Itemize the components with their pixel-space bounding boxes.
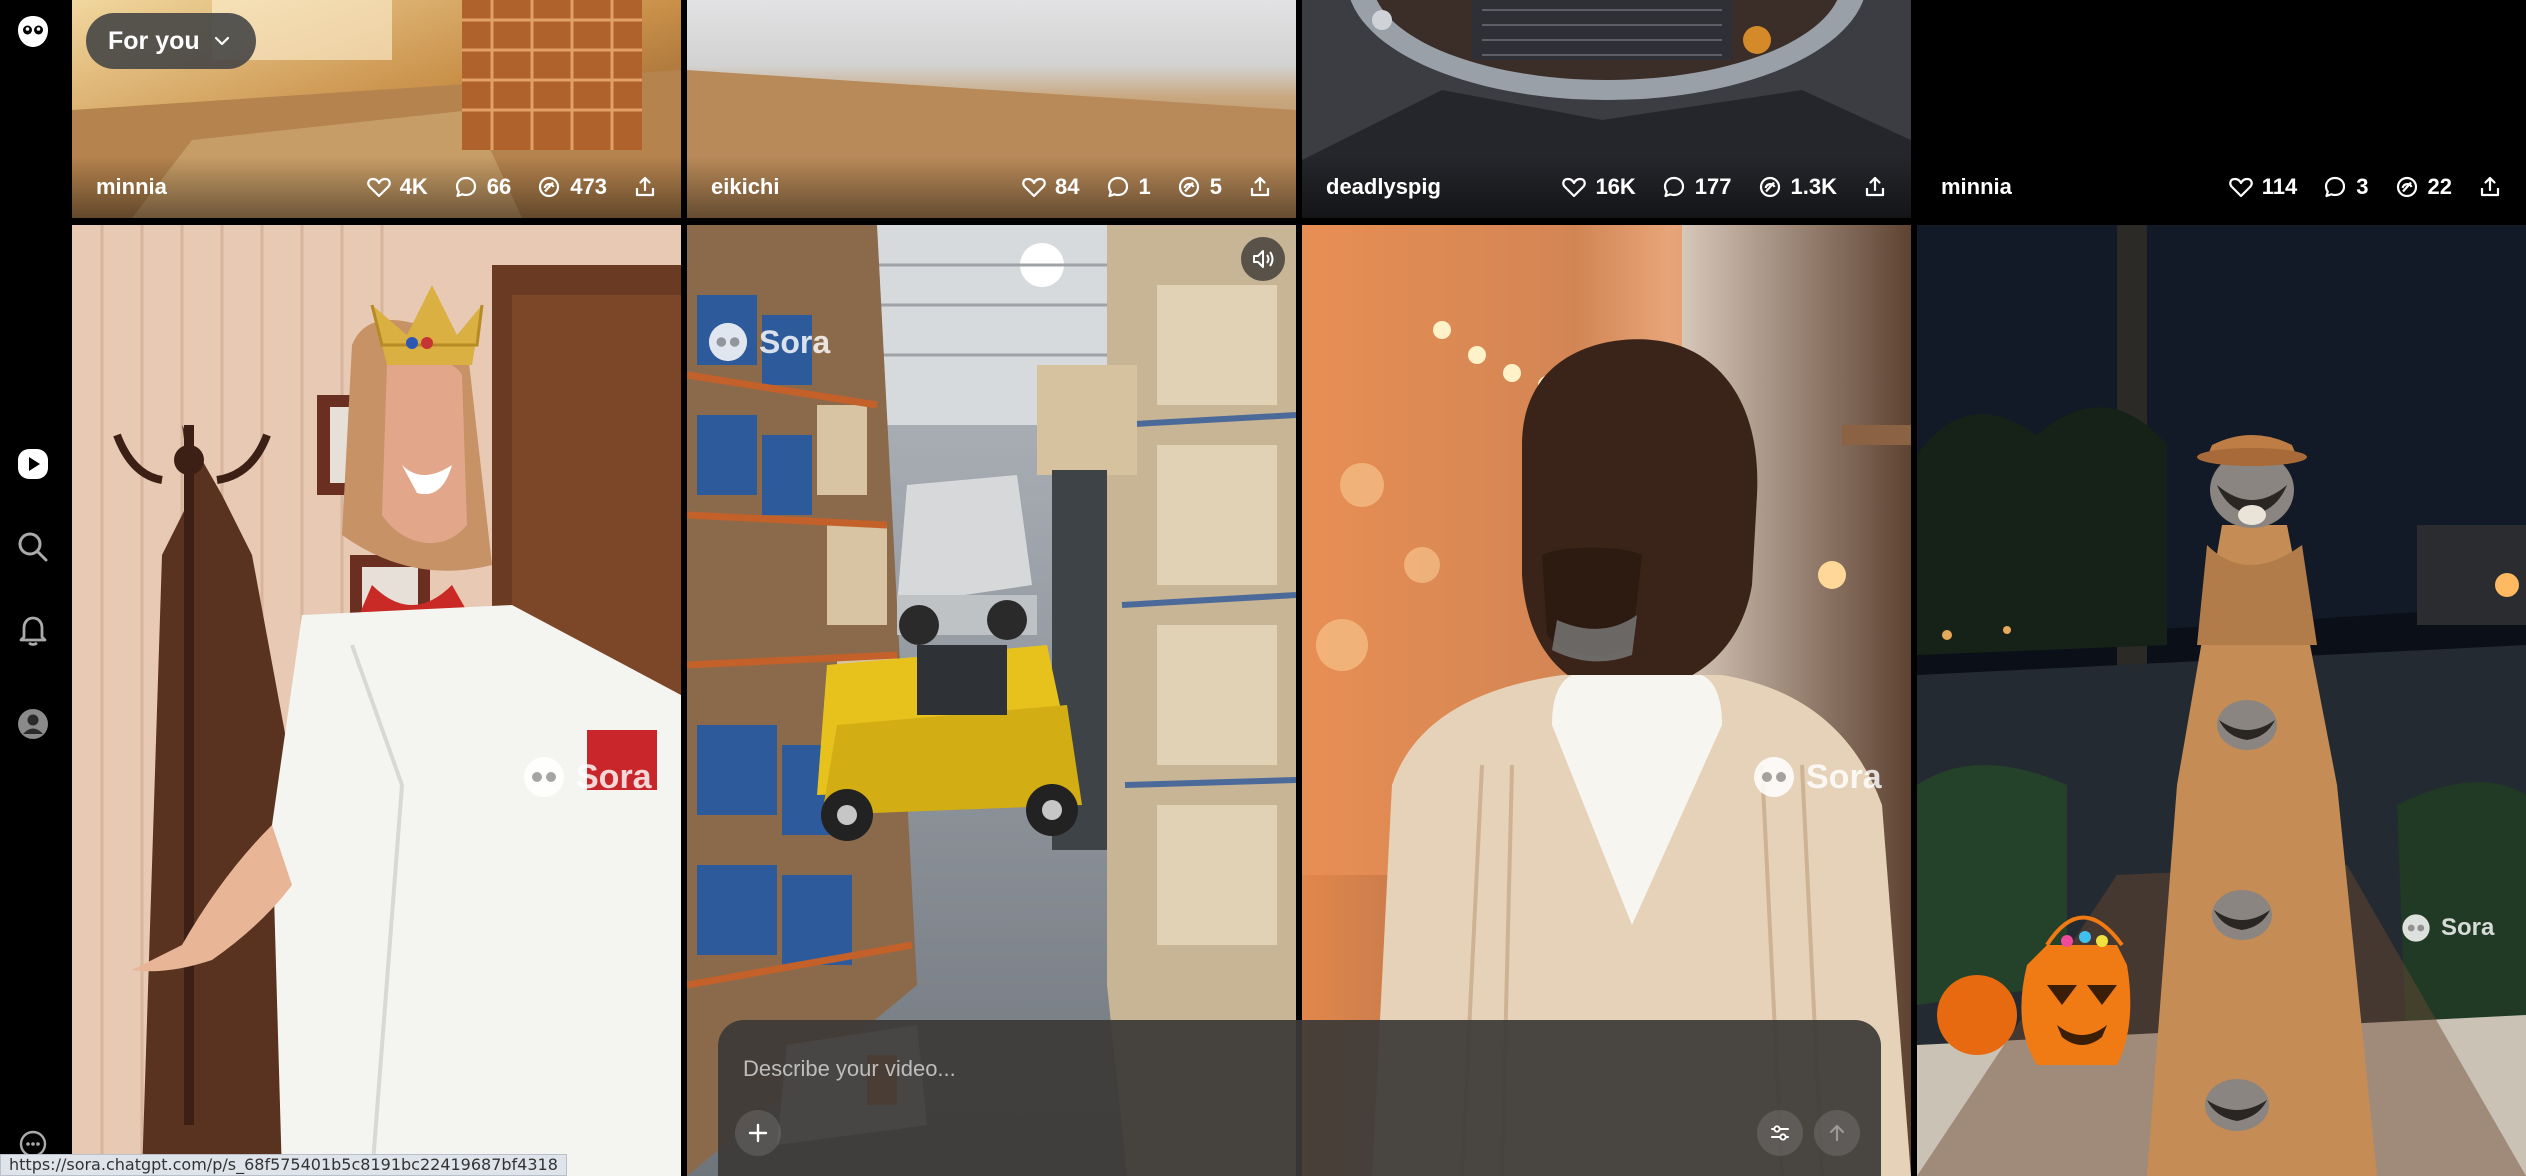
heart-icon <box>1562 177 1587 198</box>
username[interactable]: minnia <box>1941 174 2203 200</box>
sora-watermark: Sora <box>707 321 830 363</box>
link-status-bar: https://sora.chatgpt.com/p/s_68f575401b5… <box>0 1154 567 1176</box>
submit-button[interactable] <box>1814 1110 1860 1156</box>
remix-count: 5 <box>1209 174 1222 199</box>
search-icon[interactable] <box>11 525 55 569</box>
like-count: 114 <box>2261 174 2298 199</box>
sora-watermark: Sora <box>2401 913 2494 943</box>
sora-watermark: Sora <box>1752 755 1882 799</box>
sora-watermark: Sora <box>522 755 652 799</box>
watermark-text: Sora <box>2441 914 2495 941</box>
share-icon <box>1865 176 1885 197</box>
sliders-icon <box>1771 1125 1789 1141</box>
remix-icon <box>2396 176 2417 198</box>
like-count: 16K <box>1595 174 1636 199</box>
chevron-down-icon <box>214 36 229 46</box>
remix-icon <box>1759 176 1780 198</box>
video-tile[interactable]: Sora <box>1917 225 2526 1176</box>
video-meta: minnia 114 3 22 <box>1917 156 2526 218</box>
watermark-text: Sora <box>576 757 652 796</box>
remix-icon <box>1178 176 1199 198</box>
arrow-up-icon <box>1829 1124 1845 1142</box>
share-button[interactable] <box>1863 175 1887 199</box>
comment-icon <box>2325 176 2346 198</box>
username[interactable]: deadlyspig <box>1326 174 1536 200</box>
heart-icon <box>1022 177 1046 198</box>
settings-button[interactable] <box>1757 1110 1803 1156</box>
comment-count: 1 <box>1138 174 1151 199</box>
video-meta: eikichi 84 1 5 <box>687 156 1296 218</box>
share-button[interactable] <box>1248 175 1272 199</box>
profile-icon[interactable] <box>11 702 55 746</box>
sora-logo-icon <box>524 757 564 797</box>
comment-count: 3 <box>2356 174 2369 199</box>
heart-icon <box>366 177 391 198</box>
comment-button[interactable]: 3 <box>2323 174 2369 200</box>
video-tile[interactable]: minnia 114 3 22 <box>1917 0 2526 218</box>
remix-button[interactable]: 473 <box>537 174 607 200</box>
share-button[interactable] <box>2478 175 2502 199</box>
share-icon <box>1250 176 1270 197</box>
comment-count: 177 <box>1694 174 1732 199</box>
comment-count: 66 <box>486 174 512 199</box>
sidebar <box>0 0 70 1176</box>
remix-icon <box>539 176 560 198</box>
remix-button[interactable]: 22 <box>2395 174 2452 200</box>
video-tile[interactable]: eikichi 84 1 5 <box>687 0 1296 218</box>
like-button[interactable]: 114 <box>2228 174 2298 200</box>
remix-count: 22 <box>2427 174 2452 199</box>
play-icon[interactable] <box>11 442 55 486</box>
username[interactable]: minnia <box>96 174 341 200</box>
video-thumbnail <box>72 225 681 1176</box>
video-meta: minnia 4K 66 473 <box>72 156 681 218</box>
share-icon <box>635 176 655 197</box>
bell-icon[interactable] <box>11 608 55 652</box>
describe-video-input[interactable] <box>743 1056 1643 1082</box>
remix-button[interactable]: 1.3K <box>1758 174 1837 200</box>
add-attachment-button[interactable] <box>735 1110 781 1156</box>
like-count: 84 <box>1055 174 1080 199</box>
feed-mode-label: For you <box>108 26 200 55</box>
sora-logo-icon[interactable] <box>11 10 55 54</box>
heart-icon <box>2228 177 2253 198</box>
comment-button[interactable]: 177 <box>1662 174 1732 200</box>
sora-logo-icon <box>708 322 748 362</box>
remix-count: 473 <box>570 174 607 199</box>
comment-icon <box>455 176 476 198</box>
like-button[interactable]: 16K <box>1562 174 1636 200</box>
speaker-icon <box>1253 250 1274 268</box>
plus-icon <box>748 1123 768 1143</box>
like-button[interactable]: 4K <box>366 174 428 200</box>
like-button[interactable]: 84 <box>1022 174 1080 200</box>
like-count: 4K <box>399 174 428 199</box>
video-thumbnail <box>1917 225 2526 1176</box>
share-icon <box>2480 176 2500 197</box>
video-tile[interactable]: deadlyspig 16K 177 1.3K <box>1302 0 1911 218</box>
comment-button[interactable]: 66 <box>454 174 511 200</box>
share-button[interactable] <box>633 175 657 199</box>
sora-logo-icon <box>2402 914 2430 942</box>
comment-icon <box>1663 176 1684 198</box>
username[interactable]: eikichi <box>711 174 996 200</box>
watermark-text: Sora <box>1806 757 1882 796</box>
video-meta: deadlyspig 16K 177 1.3K <box>1302 156 1911 218</box>
feed-mode-dropdown[interactable]: For you <box>86 13 256 69</box>
comment-button[interactable]: 1 <box>1106 174 1151 200</box>
prompt-composer <box>718 1020 1881 1176</box>
sora-logo-icon <box>1754 757 1794 797</box>
comment-icon <box>1107 176 1128 198</box>
remix-button[interactable]: 5 <box>1177 174 1222 200</box>
sound-toggle-button[interactable] <box>1241 237 1285 281</box>
video-tile[interactable]: Sora <box>72 225 681 1176</box>
watermark-text: Sora <box>759 323 831 360</box>
remix-count: 1.3K <box>1790 174 1837 199</box>
